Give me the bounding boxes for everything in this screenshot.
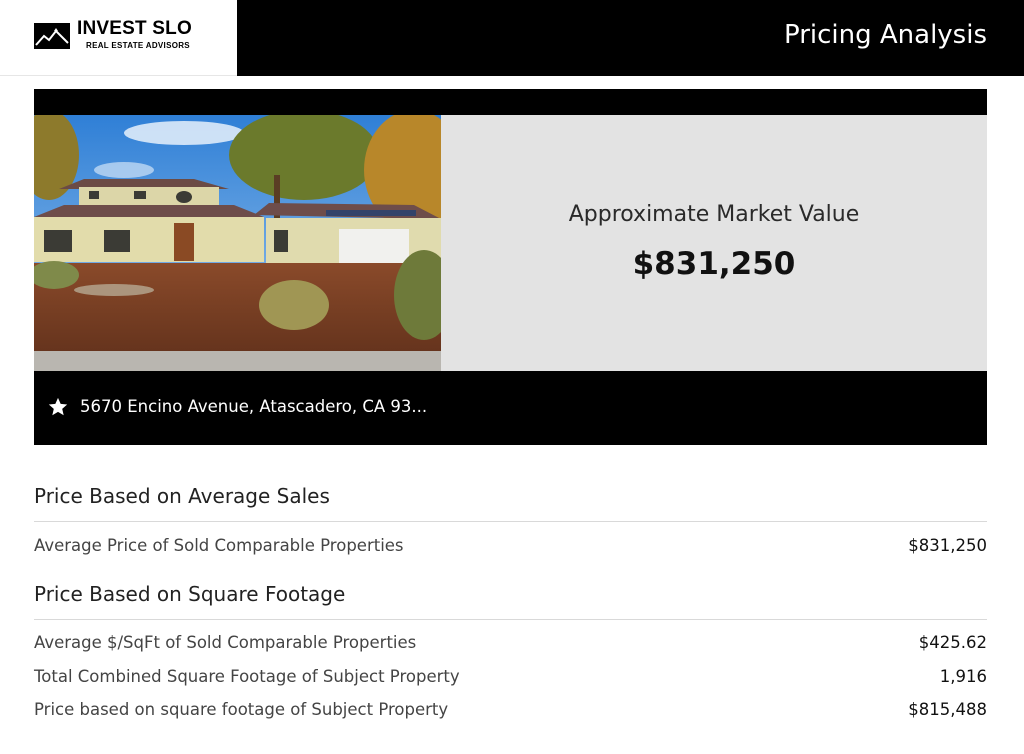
section-divider — [34, 521, 987, 522]
avg-sold-price-value: $831,250 — [908, 536, 987, 555]
title-bar: Pricing Analysis — [237, 0, 1024, 76]
page-title: Pricing Analysis — [783, 20, 987, 50]
avg-price-per-sqft-label: Average $/SqFt of Sold Comparable Proper… — [34, 633, 417, 652]
total-sqft-value: 1,916 — [939, 667, 987, 686]
sqft-price-value: $815,488 — [908, 700, 987, 719]
property-photo — [34, 115, 441, 371]
avg-price-per-sqft-value: $425.62 — [918, 633, 987, 652]
brand-logo[interactable]: INVEST SLO REAL ESTATE ADVISORS — [0, 0, 237, 76]
address-bar: 5670 Encino Avenue, Atascadero, CA 93... — [34, 371, 987, 445]
house-photo-icon — [34, 115, 441, 371]
sqft-price-label: Price based on square footage of Subject… — [34, 700, 449, 719]
avg-sold-price-label: Average Price of Sold Comparable Propert… — [34, 536, 404, 555]
mountain-logo-icon — [34, 23, 70, 49]
logo-subtitle: REAL ESTATE ADVISORS — [86, 41, 190, 50]
average-sales-title: Price Based on Average Sales — [34, 484, 330, 508]
total-sqft-label: Total Combined Square Footage of Subject… — [34, 667, 460, 686]
property-card: Approximate Market Value $831,250 5670 E… — [34, 89, 987, 445]
page-header: INVEST SLO REAL ESTATE ADVISORS Pricing … — [0, 0, 1024, 76]
square-footage-title: Price Based on Square Footage — [34, 582, 346, 606]
market-value-label: Approximate Market Value — [568, 202, 860, 227]
market-value-panel: Approximate Market Value $831,250 — [441, 115, 987, 371]
section-divider — [34, 619, 987, 620]
market-value-amount: $831,250 — [632, 246, 796, 282]
star-icon — [48, 397, 68, 416]
card-top-bar — [34, 89, 987, 115]
property-address[interactable]: 5670 Encino Avenue, Atascadero, CA 93... — [80, 397, 427, 416]
logo-title: INVEST SLO — [77, 18, 192, 39]
